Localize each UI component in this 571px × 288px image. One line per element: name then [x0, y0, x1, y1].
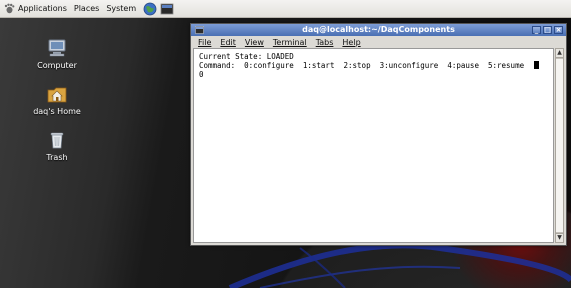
places-menu[interactable]: Places: [74, 4, 99, 13]
minimize-icon: _: [534, 25, 539, 34]
minimize-button[interactable]: _: [532, 26, 541, 34]
desktop-icon-computer[interactable]: Computer: [22, 38, 92, 70]
terminal-line: Current State: LOADED: [199, 52, 294, 61]
menu-view[interactable]: View: [245, 38, 264, 47]
desktop-icon-label: Trash: [46, 153, 68, 162]
top-panel: Applications Places System: [0, 0, 571, 18]
maximize-icon: □: [544, 25, 551, 34]
window-title: daq@localhost:~/DaqComponents: [302, 25, 455, 34]
close-button[interactable]: ×: [554, 26, 563, 34]
foot-logo-icon: [4, 3, 15, 14]
applications-menu[interactable]: Applications: [4, 3, 67, 14]
desktop-icon-label: daq's Home: [33, 107, 81, 116]
applications-label: Applications: [18, 4, 67, 13]
desktop-icon-label: Computer: [37, 61, 77, 70]
places-label: Places: [73, 4, 100, 13]
window-titlebar[interactable]: daq@localhost:~/DaqComponents _ □ ×: [191, 24, 566, 36]
close-icon: ×: [555, 25, 562, 34]
terminal-line-with-cursor: Command: 0:configure 1:start 2:stop 3:un…: [199, 61, 548, 70]
text-cursor: [534, 61, 540, 69]
computer-icon: [48, 39, 66, 57]
menu-edit[interactable]: Edit: [220, 38, 236, 47]
system-label: System: [106, 4, 137, 13]
terminal-menubar: File Edit View Terminal Tabs Help: [191, 36, 566, 48]
terminal-window: daq@localhost:~/DaqComponents _ □ × File…: [190, 23, 567, 246]
desktop-icon-home[interactable]: daq's Home: [22, 84, 92, 116]
home-folder-icon: [47, 87, 67, 103]
system-menu[interactable]: System: [106, 4, 136, 13]
trash-icon: [50, 132, 64, 149]
web-browser-launcher-icon[interactable]: [143, 2, 157, 16]
menu-file[interactable]: File: [198, 38, 211, 47]
scrollbar-thumb[interactable]: [556, 58, 563, 233]
terminal-scrollbar[interactable]: ▲ ▼: [555, 48, 564, 243]
scroll-up-icon[interactable]: ▲: [556, 49, 563, 58]
terminal-launcher-icon[interactable]: [160, 2, 174, 16]
menu-terminal[interactable]: Terminal: [273, 38, 307, 47]
terminal-output[interactable]: Current State: LOADED Command: 0:configur…: [193, 48, 554, 243]
terminal-line: 0: [199, 70, 204, 79]
terminal-line: Command: 0:configure 1:start 2:stop 3:un…: [199, 61, 525, 70]
desktop-icon-trash[interactable]: Trash: [22, 130, 92, 162]
menu-help[interactable]: Help: [342, 38, 360, 47]
menu-tabs[interactable]: Tabs: [316, 38, 334, 47]
maximize-button[interactable]: □: [543, 26, 552, 34]
scroll-down-icon[interactable]: ▼: [556, 233, 563, 242]
